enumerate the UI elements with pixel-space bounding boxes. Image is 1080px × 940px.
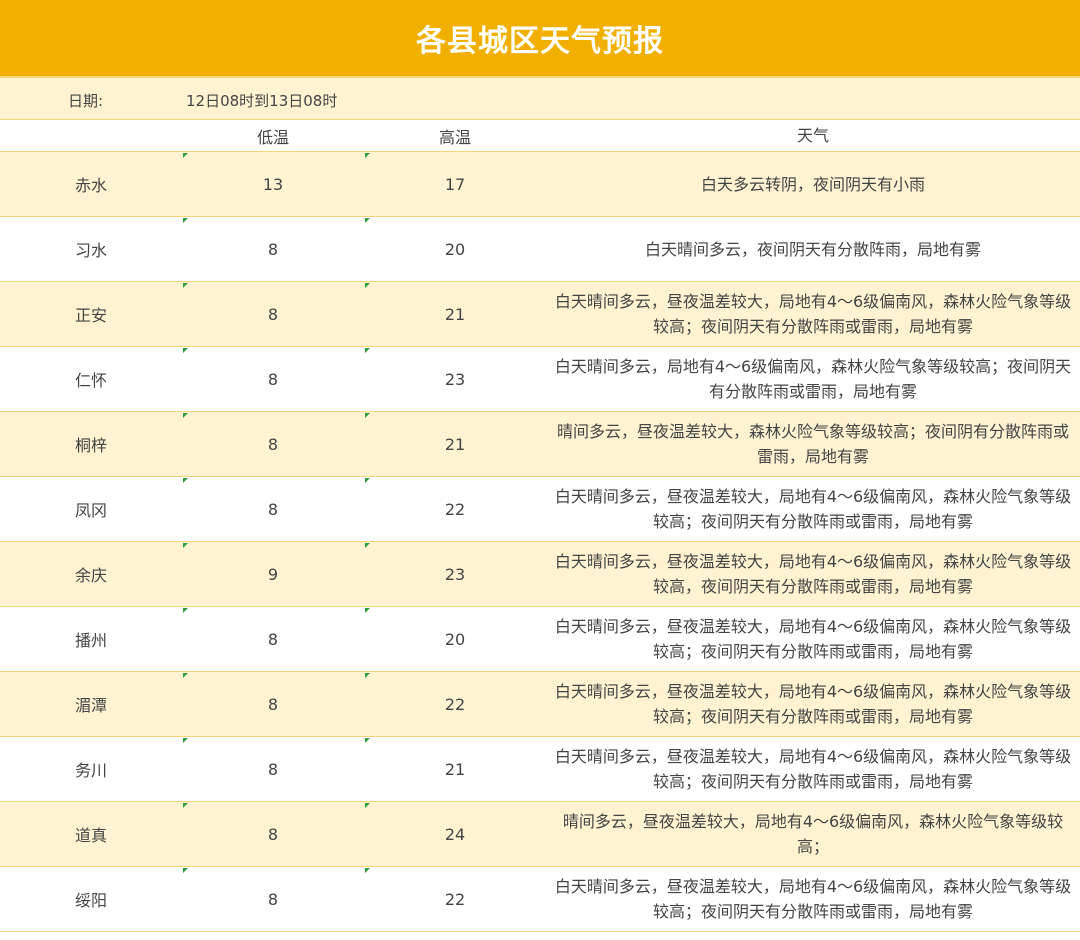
high-temp: 20	[444, 629, 466, 649]
high-temp: 17	[444, 174, 466, 194]
high-temp: 21	[444, 304, 466, 324]
city-name: 桐梓	[74, 436, 107, 455]
high-temp: 20	[444, 239, 466, 259]
high-temp: 22	[444, 694, 466, 714]
low-temp: 9	[267, 564, 279, 584]
low-temp: 8	[267, 239, 279, 259]
date-row: 日期: 12日08时到13日08时	[0, 78, 1080, 120]
city-name: 赤水	[74, 176, 107, 195]
high-temp: 21	[444, 434, 466, 454]
table-row: 湄潭 8 22 白天晴间多云，昼夜温差较大，局地有4～6级偏南风，森林火险气象等…	[0, 672, 1080, 737]
table-row: 习水 8 20 白天晴间多云，夜间阴天有分散阵雨，局地有雾	[0, 217, 1080, 282]
city-name: 务川	[74, 761, 107, 780]
city-name: 播州	[74, 631, 107, 650]
city-name: 余庆	[74, 566, 107, 585]
table-row: 余庆 9 23 白天晴间多云，昼夜温差较大，局地有4～6级偏南风，森林火险气象等…	[0, 542, 1080, 607]
weather-description: 白天晴间多云，昼夜温差较大，局地有4～6级偏南风，森林火险气象等级较高；夜间阴天…	[554, 487, 1072, 531]
low-temp: 8	[267, 499, 279, 519]
city-name: 正安	[74, 306, 107, 325]
low-temp: 8	[267, 434, 279, 454]
low-temp: 8	[267, 889, 279, 909]
city-name: 凤冈	[74, 501, 107, 520]
city-name: 道真	[74, 826, 107, 845]
page-title: 各县城区天气预报	[0, 0, 1080, 78]
weather-description: 晴间多云，昼夜温差较大，森林火险气象等级较高；夜间阴有分散阵雨或雷雨，局地有雾	[556, 422, 1069, 466]
weather-description: 白天晴间多云，局地有4～6级偏南风，森林火险气象等级较高；夜间阴天有分散阵雨或雷…	[554, 357, 1072, 401]
weather-description: 白天晴间多云，昼夜温差较大，局地有4～6级偏南风，森林火险气象等级较高；夜间阴天…	[554, 292, 1072, 336]
low-temp: 8	[267, 759, 279, 779]
low-temp: 13	[262, 174, 284, 194]
weather-description: 白天晴间多云，昼夜温差较大，局地有4～6级偏南风，森林火险气象等级较高；夜间阴天…	[554, 617, 1072, 661]
low-temp: 8	[267, 304, 279, 324]
forecast-table: 赤水 13 17 白天多云转阴，夜间阴天有小雨 习水 8 20 白天晴间多云，夜…	[0, 152, 1080, 932]
city-name: 绥阳	[74, 891, 107, 910]
header-low-temp: 低温	[256, 127, 289, 147]
weather-description: 白天晴间多云，夜间阴天有分散阵雨，局地有雾	[644, 239, 981, 259]
weather-description: 白天晴间多云，昼夜温差较大，局地有4～6级偏南风，森林火险气象等级较高，夜间阴天…	[554, 552, 1072, 596]
table-row: 播州 8 20 白天晴间多云，昼夜温差较大，局地有4～6级偏南风，森林火险气象等…	[0, 607, 1080, 672]
header-high-temp: 高温	[438, 127, 471, 147]
weather-description: 白天晴间多云，昼夜温差较大，局地有4～6级偏南风，森林火险气象等级较高；夜间阴天…	[554, 877, 1072, 921]
date-value: 12日08时到13日08时	[186, 92, 338, 110]
header-city	[0, 120, 182, 151]
header-weather: 天气	[796, 126, 829, 145]
weather-description: 白天多云转阴，夜间阴天有小雨	[700, 174, 925, 194]
table-row: 务川 8 21 白天晴间多云，昼夜温差较大，局地有4～6级偏南风，森林火险气象等…	[0, 737, 1080, 802]
low-temp: 8	[267, 369, 279, 389]
high-temp: 22	[444, 499, 466, 519]
low-temp: 8	[267, 694, 279, 714]
table-header: 低温 高温 天气	[0, 120, 1080, 152]
high-temp: 23	[444, 369, 466, 389]
weather-description: 白天晴间多云，昼夜温差较大，局地有4～6级偏南风，森林火险气象等级较高；夜间阴天…	[554, 747, 1072, 791]
weather-description: 晴间多云，昼夜温差较大，局地有4～6级偏南风，森林火险气象等级较高；	[562, 812, 1064, 856]
date-label: 日期:	[68, 92, 104, 110]
low-temp: 8	[267, 824, 279, 844]
weather-description: 白天晴间多云，昼夜温差较大，局地有4～6级偏南风，森林火险气象等级较高；夜间阴天…	[554, 682, 1072, 726]
city-name: 湄潭	[74, 696, 107, 715]
city-name: 习水	[74, 241, 107, 260]
table-row: 正安 8 21 白天晴间多云，昼夜温差较大，局地有4～6级偏南风，森林火险气象等…	[0, 282, 1080, 347]
high-temp: 24	[444, 824, 466, 844]
low-temp: 8	[267, 629, 279, 649]
table-row: 赤水 13 17 白天多云转阴，夜间阴天有小雨	[0, 152, 1080, 217]
table-row: 桐梓 8 21 晴间多云，昼夜温差较大，森林火险气象等级较高；夜间阴有分散阵雨或…	[0, 412, 1080, 477]
table-row: 道真 8 24 晴间多云，昼夜温差较大，局地有4～6级偏南风，森林火险气象等级较…	[0, 802, 1080, 867]
table-row: 绥阳 8 22 白天晴间多云，昼夜温差较大，局地有4～6级偏南风，森林火险气象等…	[0, 867, 1080, 932]
high-temp: 23	[444, 564, 466, 584]
high-temp: 22	[444, 889, 466, 909]
table-row: 仁怀 8 23 白天晴间多云，局地有4～6级偏南风，森林火险气象等级较高；夜间阴…	[0, 347, 1080, 412]
city-name: 仁怀	[74, 371, 107, 390]
table-row: 凤冈 8 22 白天晴间多云，昼夜温差较大，局地有4～6级偏南风，森林火险气象等…	[0, 477, 1080, 542]
high-temp: 21	[444, 759, 466, 779]
